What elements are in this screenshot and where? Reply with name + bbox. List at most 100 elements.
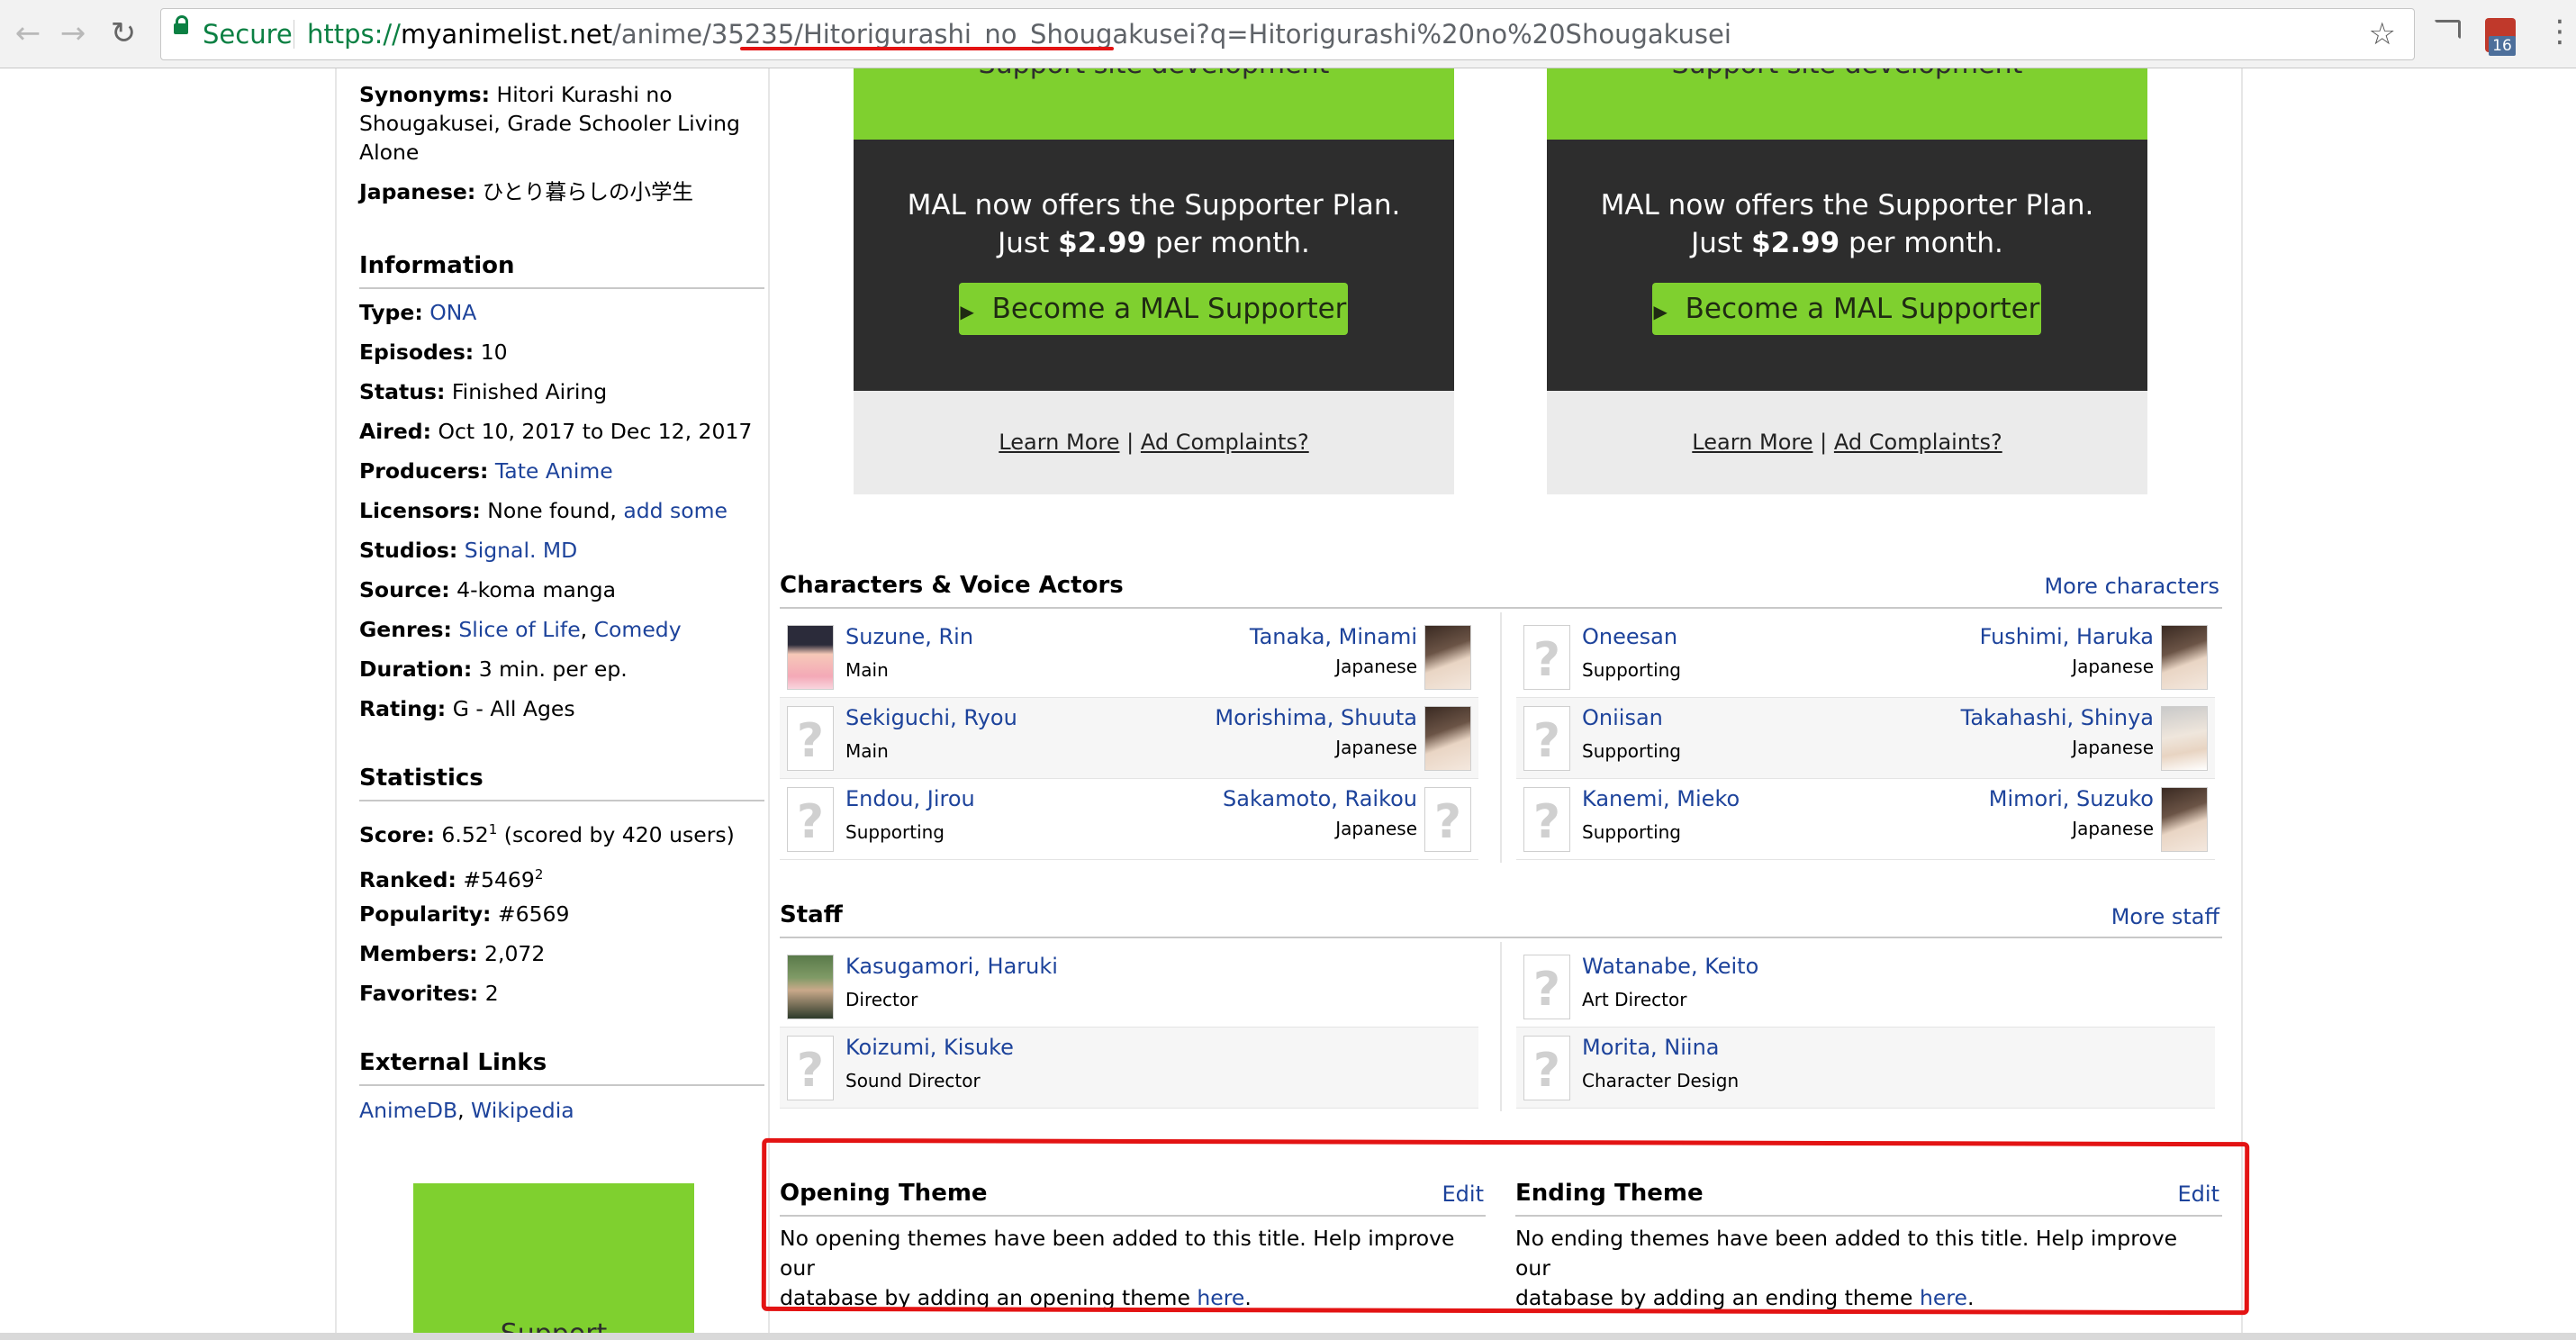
window-bottom-edge — [0, 1333, 2576, 1340]
ad-price-suffix: per month. — [1848, 227, 2003, 259]
voice-actor-name[interactable]: Mimori, Suzuko — [1989, 786, 2154, 811]
animedb-link[interactable]: AnimeDB — [359, 1098, 457, 1123]
sidebar-ad[interactable]: Support — [413, 1183, 694, 1340]
forward-arrow-icon[interactable]: → — [56, 16, 90, 50]
info-value: 4-koma manga — [456, 577, 616, 602]
ad-price: $2.99 — [1058, 227, 1147, 259]
learn-more-link[interactable]: Learn More — [999, 430, 1119, 455]
info-studios: Studios: Signal. MD — [359, 536, 577, 565]
character-thumbnail[interactable] — [1523, 787, 1570, 852]
become-supporter-button[interactable]: ▶ Become a MAL Supporter — [959, 283, 1348, 335]
voice-actor-name[interactable]: Fushimi, Haruka — [1980, 624, 2154, 649]
become-supporter-button[interactable]: ▶ Become a MAL Supporter — [1652, 283, 2041, 335]
staff-thumbnail[interactable] — [1523, 1036, 1570, 1100]
page-border-left — [335, 68, 337, 1340]
staff-role: Character Design — [1582, 1070, 1740, 1091]
voice-actor-thumbnail[interactable] — [2161, 787, 2208, 852]
info-label: Status: — [359, 379, 446, 404]
cast-icon[interactable] — [2434, 20, 2461, 40]
voice-actor-name[interactable]: Takahashi, Shinya — [1961, 705, 2154, 730]
ad-top-text: Support site development — [1547, 68, 2147, 80]
character-row: Suzune, Rin Main Tanaka, Minami Japanese — [780, 617, 1478, 698]
voice-actor-language: Japanese — [1335, 818, 1417, 839]
character-role: Supporting — [1582, 821, 1681, 843]
character-thumbnail[interactable] — [1523, 625, 1570, 690]
external-links-rule — [359, 1084, 764, 1086]
character-name[interactable]: Suzune, Rin — [845, 624, 973, 649]
menu-dots-icon[interactable]: ⋮ — [2544, 14, 2575, 49]
staff-name[interactable]: Kasugamori, Haruki — [845, 954, 1058, 979]
staff-row: Koizumi, Kisuke Sound Director — [780, 1028, 1478, 1109]
ad-complaints-link[interactable]: Ad Complaints? — [1141, 430, 1309, 455]
staff-name[interactable]: Koizumi, Kisuke — [845, 1035, 1014, 1060]
character-name[interactable]: Sekiguchi, Ryou — [845, 705, 1017, 730]
row-divider — [780, 859, 1478, 860]
genre-link[interactable]: Comedy — [594, 617, 682, 642]
back-arrow-icon[interactable]: ← — [11, 16, 45, 50]
staff-thumbnail[interactable] — [787, 955, 834, 1019]
ad-footer: Learn More | Ad Complaints? — [854, 391, 1454, 494]
character-row: Kanemi, Mieko Supporting Mimori, Suzuko … — [1516, 779, 2215, 860]
voice-actor-thumbnail[interactable] — [1424, 706, 1471, 771]
voice-actor-name[interactable]: Tanaka, Minami — [1250, 624, 1417, 649]
ad-footer-separator: | — [1126, 430, 1134, 455]
url-text[interactable]: https://myanimelist.net/anime/35235/Hito… — [307, 9, 1731, 59]
info-label: Aired: — [359, 419, 431, 444]
producer-link[interactable]: Tate Anime — [495, 458, 613, 484]
information-rule — [359, 287, 764, 289]
staff-thumbnail[interactable] — [787, 1036, 834, 1100]
add-licensor-link[interactable]: add some — [623, 498, 728, 523]
character-thumbnail[interactable] — [787, 787, 834, 852]
info-aired: Aired: Oct 10, 2017 to Dec 12, 2017 — [359, 417, 752, 446]
voice-actor-thumbnail[interactable] — [1424, 787, 1471, 852]
voice-actor-thumbnail[interactable] — [2161, 706, 2208, 771]
info-label: Duration: — [359, 656, 473, 682]
info-producers: Producers: Tate Anime — [359, 457, 613, 485]
character-row: Oneesan Supporting Fushimi, Haruka Japan… — [1516, 617, 2215, 698]
character-thumbnail[interactable] — [787, 706, 834, 771]
voice-actor-language: Japanese — [1335, 656, 1417, 677]
learn-more-link[interactable]: Learn More — [1692, 430, 1812, 455]
row-divider — [780, 1108, 1478, 1109]
statistics-rule — [359, 800, 764, 801]
more-characters-link[interactable]: More characters — [1981, 574, 2219, 599]
staff-row: Kasugamori, Haruki Director — [780, 946, 1478, 1028]
character-name[interactable]: Oniisan — [1582, 705, 1663, 730]
voice-actor-thumbnail[interactable] — [2161, 625, 2208, 690]
info-label: Producers: — [359, 458, 489, 484]
voice-actor-language: Japanese — [2072, 818, 2154, 839]
character-role: Supporting — [1582, 740, 1681, 762]
character-name[interactable]: Endou, Jirou — [845, 786, 975, 811]
studio-link[interactable]: Signal. MD — [465, 538, 578, 563]
ad-footer-separator: | — [1820, 430, 1828, 455]
character-thumbnail[interactable] — [1523, 706, 1570, 771]
type-link[interactable]: ONA — [429, 300, 476, 325]
staff-thumbnail[interactable] — [1523, 955, 1570, 1019]
staff-name[interactable]: Watanabe, Keito — [1582, 954, 1758, 979]
ad-price-prefix: Just — [998, 227, 1050, 259]
staff-row: Watanabe, Keito Art Director — [1516, 946, 2215, 1028]
info-label: Genres: — [359, 617, 452, 642]
staff-name[interactable]: Morita, Niina — [1582, 1035, 1720, 1060]
score-footnote[interactable]: 1 — [489, 821, 498, 838]
voice-actor-language: Japanese — [2072, 737, 2154, 758]
voice-actor-name[interactable]: Sakamoto, Raikou — [1223, 786, 1417, 811]
wikipedia-link[interactable]: Wikipedia — [471, 1098, 574, 1123]
address-bar[interactable]: Secure https://myanimelist.net/anime/352… — [160, 8, 2415, 60]
ad-complaints-link[interactable]: Ad Complaints? — [1834, 430, 2002, 455]
character-name[interactable]: Oneesan — [1582, 624, 1677, 649]
bookmark-star-icon[interactable]: ☆ — [2369, 9, 2396, 59]
genre-link[interactable]: Slice of Life — [458, 617, 580, 642]
ranked-footnote[interactable]: 2 — [535, 866, 544, 883]
play-triangle-icon: ▶ — [960, 301, 974, 322]
character-name[interactable]: Kanemi, Mieko — [1582, 786, 1740, 811]
more-staff-link[interactable]: More staff — [1981, 904, 2219, 929]
staff-row: Morita, Niina Character Design — [1516, 1028, 2215, 1109]
external-links: AnimeDB, Wikipedia — [359, 1096, 574, 1125]
stat-label: Ranked: — [359, 866, 456, 892]
character-thumbnail[interactable] — [787, 625, 834, 690]
voice-actor-name[interactable]: Morishima, Shuuta — [1215, 705, 1417, 730]
voice-actor-thumbnail[interactable] — [1424, 625, 1471, 690]
synonyms-label: Synonyms: — [359, 82, 491, 107]
reload-icon[interactable]: ↻ — [106, 16, 140, 50]
